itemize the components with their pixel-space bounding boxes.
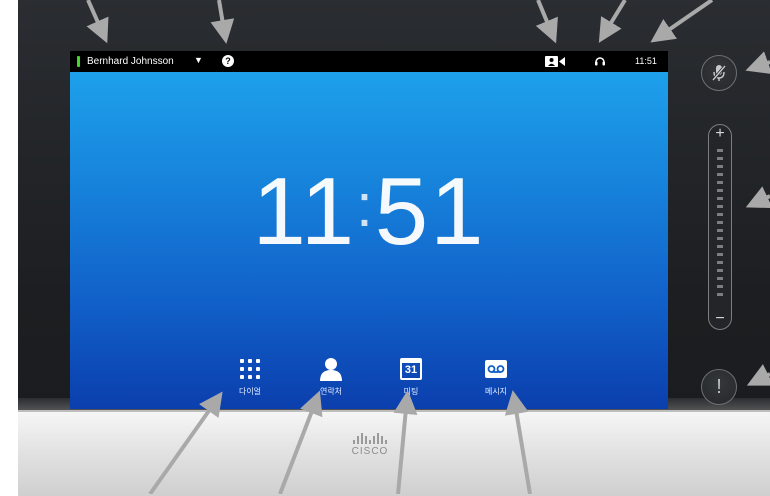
calendar-icon: 31 xyxy=(381,356,441,382)
volume-up-button[interactable]: + xyxy=(709,126,731,142)
app-contacts[interactable]: 연락처 xyxy=(301,356,361,397)
mute-button[interactable] xyxy=(701,55,737,91)
headset-icon[interactable] xyxy=(594,55,606,70)
status-time: 11:51 xyxy=(635,56,657,66)
user-name[interactable]: Bernhard Johnsson xyxy=(87,56,174,67)
app-meetings-label: 미팅 xyxy=(403,387,419,396)
cisco-logo-bars xyxy=(340,432,400,444)
app-dial-label: 다이얼 xyxy=(238,387,262,396)
app-meetings[interactable]: 31 미팅 xyxy=(381,356,441,397)
keypad-icon xyxy=(220,356,280,382)
calendar-day: 31 xyxy=(400,358,422,380)
app-dial[interactable]: 다이얼 xyxy=(220,356,280,397)
app-messages[interactable]: 메시지 xyxy=(466,356,526,397)
camera-icon[interactable] xyxy=(545,56,565,70)
clock-hours: 11 xyxy=(252,158,357,265)
presence-indicator xyxy=(77,56,80,67)
clock-separator: : xyxy=(356,172,375,239)
volume-slider[interactable]: + − xyxy=(708,124,732,330)
alert-button[interactable]: ! xyxy=(701,369,737,405)
contact-person-icon xyxy=(301,356,361,382)
user-menu-caret-icon[interactable]: ▼ xyxy=(194,55,203,65)
home-clock: 11:51 xyxy=(70,163,668,260)
app-contacts-label: 연락처 xyxy=(319,387,343,396)
status-bar: Bernhard Johnsson ▼ ? 11:51 xyxy=(70,51,668,72)
volume-level-ticks xyxy=(717,149,723,301)
help-icon[interactable]: ? xyxy=(222,55,234,67)
alert-symbol: ! xyxy=(716,375,722,398)
voicemail-icon xyxy=(466,356,526,382)
microphone-mute-icon xyxy=(711,65,727,81)
app-launcher: 다이얼 연락처 31 미팅 메시지 xyxy=(70,356,668,406)
cisco-logo: CISCO xyxy=(340,432,400,457)
cisco-logo-text: CISCO xyxy=(351,446,389,457)
touch-screen: Bernhard Johnsson ▼ ? 11:51 11:51 다이얼 연락… xyxy=(70,51,668,409)
volume-down-button[interactable]: − xyxy=(709,311,731,327)
clock-minutes: 51 xyxy=(374,158,486,265)
app-messages-label: 메시지 xyxy=(484,387,508,396)
